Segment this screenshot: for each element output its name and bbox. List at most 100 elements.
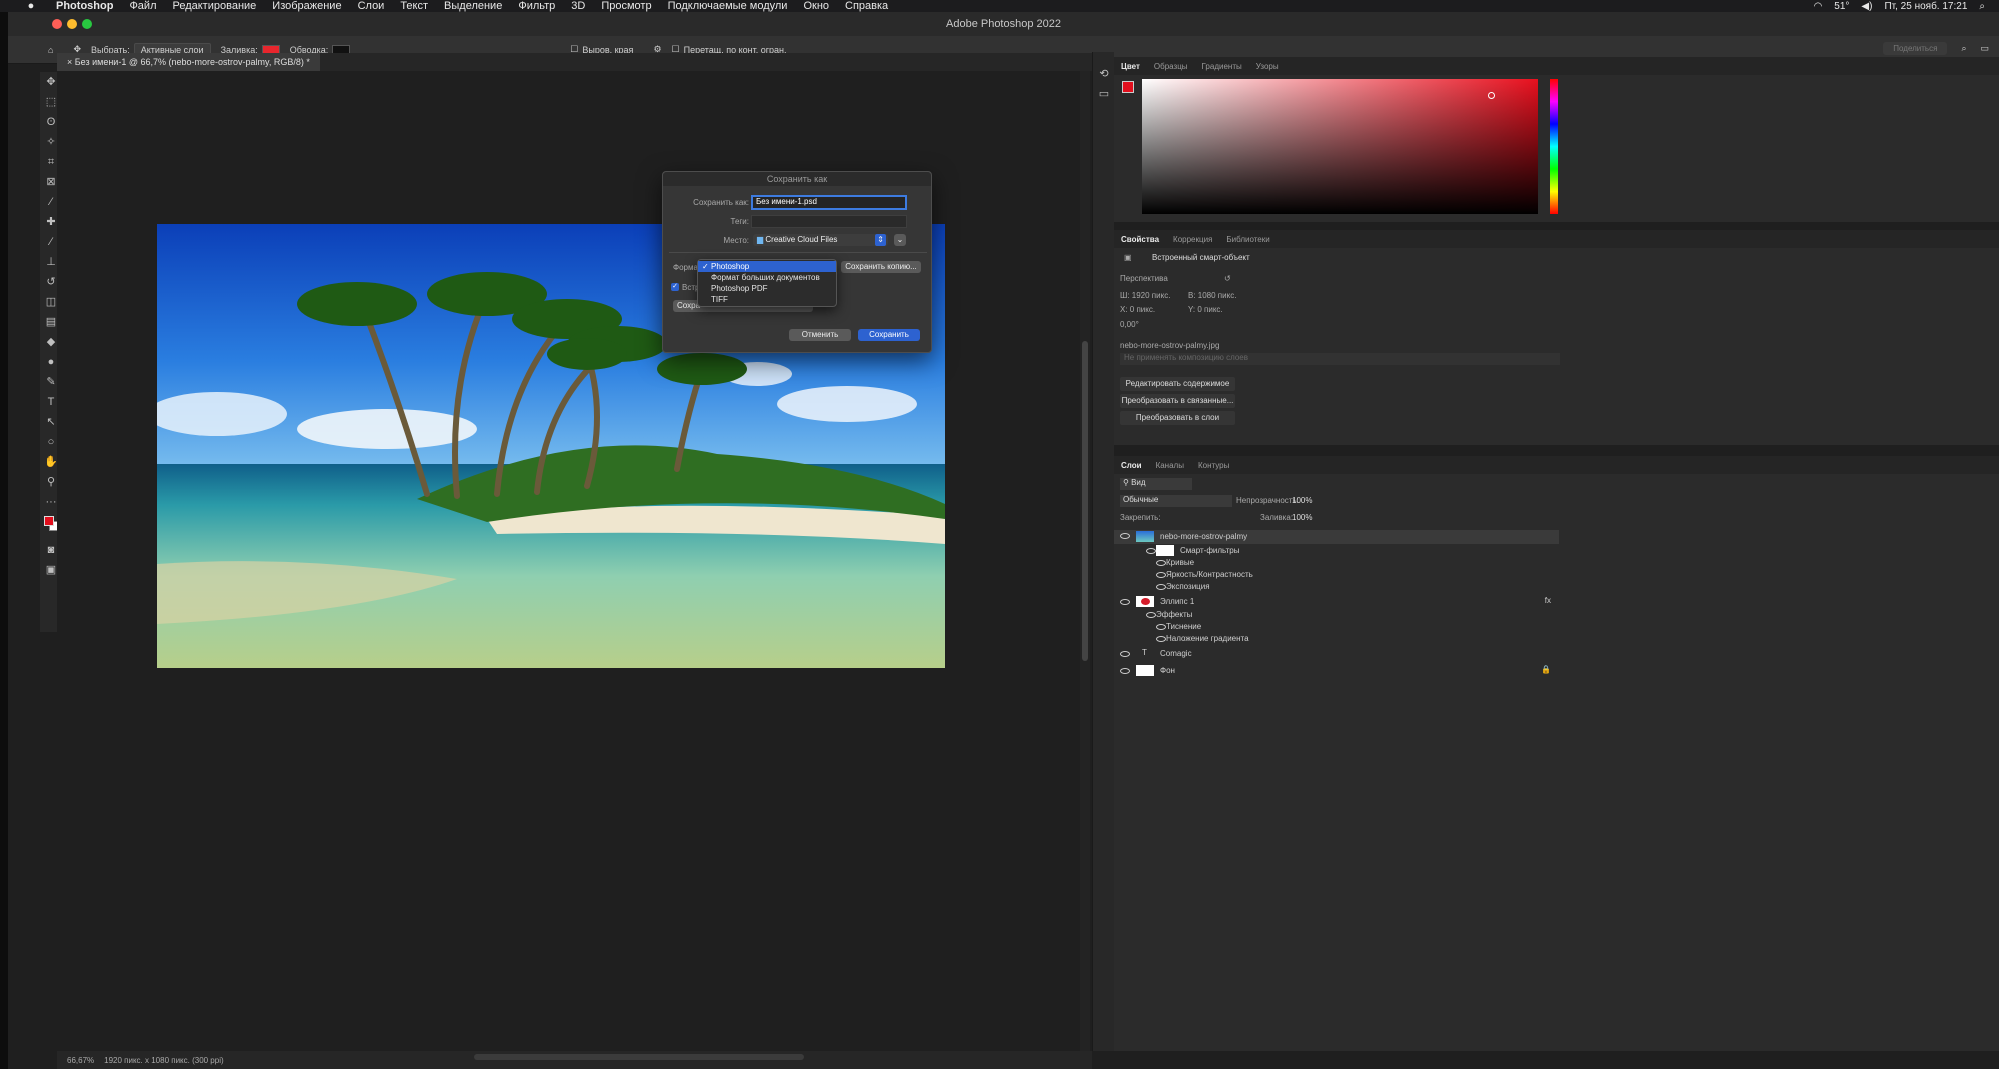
menu-image[interactable]: Изображение: [272, 0, 341, 12]
tab-libraries[interactable]: Библиотеки: [1219, 235, 1276, 244]
format-option-tiff[interactable]: TIFF: [698, 294, 836, 305]
layer-row-curves[interactable]: Кривые: [1114, 557, 1559, 569]
blend-mode-select[interactable]: Обычные: [1120, 495, 1232, 507]
edit-contents-button[interactable]: Редактировать содержимое: [1120, 377, 1235, 391]
eye-icon[interactable]: [1120, 668, 1130, 674]
tab-channels[interactable]: Каналы: [1149, 461, 1191, 470]
y-value[interactable]: Y: 0 пикс.: [1188, 305, 1223, 314]
eye-icon[interactable]: [1156, 636, 1166, 642]
workspace-icon[interactable]: ▭: [1980, 43, 1989, 54]
expand-icon[interactable]: ⌄: [894, 234, 906, 246]
save-copy-button[interactable]: Сохранить копию...: [841, 261, 921, 273]
menu-select[interactable]: Выделение: [444, 0, 502, 12]
hue-slider[interactable]: [1550, 79, 1558, 214]
wifi-icon[interactable]: ◠: [1814, 1, 1823, 12]
menu-edit[interactable]: Редактирование: [172, 0, 256, 12]
eye-icon[interactable]: [1156, 584, 1166, 590]
lock-icon[interactable]: 🔒: [1541, 665, 1551, 674]
menu-filter[interactable]: Фильтр: [518, 0, 555, 12]
opacity-value[interactable]: 100%: [1292, 496, 1312, 505]
location-select[interactable]: ▆ Creative Cloud Files ⇕: [753, 234, 888, 246]
tab-patterns[interactable]: Узоры: [1249, 62, 1286, 71]
close-tab-icon[interactable]: ×: [67, 57, 75, 67]
document-tab[interactable]: × Без имени-1 @ 66,7% (nebo-more-ostrov-…: [57, 53, 320, 71]
layer-row-smart-object[interactable]: nebo-more-ostrov-palmy: [1114, 530, 1559, 544]
layer-row-emboss[interactable]: Тиснение: [1114, 621, 1559, 633]
x-value[interactable]: X: 0 пикс.: [1120, 305, 1155, 314]
volume-icon[interactable]: ◀): [1861, 1, 1872, 12]
horizontal-scroll-thumb[interactable]: [474, 1054, 804, 1060]
save-button[interactable]: Сохранить: [858, 329, 920, 341]
fill-value[interactable]: 100%: [1292, 513, 1312, 522]
color-field[interactable]: [1142, 79, 1538, 214]
layer-row-text[interactable]: T Comagic: [1114, 648, 1559, 660]
foreground-color[interactable]: [44, 516, 54, 526]
format-option-pdf[interactable]: Photoshop PDF: [698, 283, 836, 294]
menu-window[interactable]: Окно: [803, 0, 829, 12]
tab-paths[interactable]: Контуры: [1191, 461, 1236, 470]
eye-icon[interactable]: [1146, 612, 1156, 618]
layer-row-effects[interactable]: Эффекты: [1114, 609, 1559, 621]
eye-icon[interactable]: [1156, 624, 1166, 630]
clock[interactable]: Пт, 25 нояб. 17:21: [1884, 1, 1967, 12]
tab-layers[interactable]: Слои: [1114, 461, 1149, 470]
layer-row-gradient-overlay[interactable]: Наложение градиента: [1114, 633, 1559, 645]
menu-help[interactable]: Справка: [845, 0, 888, 12]
fx-icon[interactable]: fx: [1545, 596, 1551, 605]
history-icon[interactable]: ⟲: [1093, 64, 1115, 84]
comments-icon[interactable]: ▭: [1093, 84, 1115, 104]
menu-type[interactable]: Текст: [400, 0, 428, 12]
height-value[interactable]: В: 1080 пикс.: [1188, 291, 1236, 300]
zoom-level[interactable]: 66,67%: [67, 1056, 94, 1065]
angle-value[interactable]: 0,00°: [1120, 320, 1139, 329]
tab-swatches[interactable]: Образцы: [1147, 62, 1195, 71]
eye-icon[interactable]: [1156, 572, 1166, 578]
format-option-large-document[interactable]: Формат больших документов: [698, 272, 836, 283]
width-value[interactable]: Ш: 1920 пикс.: [1120, 291, 1170, 300]
tab-properties[interactable]: Свойства: [1114, 235, 1166, 244]
layer-row-background[interactable]: Фон 🔒: [1114, 665, 1559, 677]
convert-to-layers-button[interactable]: Преобразовать в слои: [1120, 411, 1235, 425]
menu-file[interactable]: Файл: [129, 0, 156, 12]
color-picker-handle[interactable]: [1488, 92, 1495, 99]
document-info[interactable]: 1920 пикс. x 1080 пикс. (300 ppi): [104, 1056, 224, 1065]
search-icon[interactable]: ⌕: [1979, 1, 1985, 12]
cancel-button[interactable]: Отменить: [789, 329, 851, 341]
tab-adjustments[interactable]: Коррекция: [1166, 235, 1219, 244]
color-fg-swatch[interactable]: [1122, 81, 1134, 93]
eye-icon[interactable]: [1120, 533, 1130, 539]
layer-row-brightness[interactable]: Яркость/Контрастность: [1114, 569, 1559, 581]
menu-3d[interactable]: 3D: [571, 0, 585, 12]
search-icon[interactable]: ⌕: [1961, 43, 1966, 54]
format-option-photoshop[interactable]: ✓ Photoshop: [698, 261, 836, 272]
eye-icon[interactable]: [1156, 560, 1166, 566]
eye-icon[interactable]: [1146, 548, 1156, 554]
canvas-area[interactable]: [57, 71, 1092, 1051]
share-button[interactable]: Поделиться: [1883, 42, 1948, 55]
tab-gradients[interactable]: Градиенты: [1195, 62, 1249, 71]
menu-app[interactable]: Photoshop: [56, 0, 113, 12]
menu-view[interactable]: Просмотр: [601, 0, 651, 12]
weather-temp[interactable]: 51°: [1834, 1, 1849, 12]
layer-row-exposure[interactable]: Экспозиция: [1114, 581, 1559, 593]
convert-to-linked-button[interactable]: Преобразовать в связанные...: [1120, 394, 1235, 408]
format-dropdown[interactable]: ✓ Photoshop Формат больших документов Pho…: [697, 259, 837, 307]
tags-input[interactable]: [751, 215, 907, 228]
home-icon[interactable]: ⌂: [48, 45, 53, 55]
tab-color[interactable]: Цвет: [1114, 62, 1147, 71]
eye-icon[interactable]: [1120, 651, 1130, 657]
type-layer-icon: T: [1142, 648, 1147, 657]
eye-icon[interactable]: [1120, 599, 1130, 605]
vertical-scroll-thumb[interactable]: [1082, 341, 1088, 661]
embed-checkbox[interactable]: ✓: [671, 283, 679, 291]
layer-comp-select[interactable]: Не применять композицию слоев: [1120, 353, 1560, 365]
filename-input[interactable]: Без имени-1.psd: [751, 195, 907, 210]
menu-layers[interactable]: Слои: [358, 0, 385, 12]
menu-plugins[interactable]: Подключаемые модули: [668, 0, 788, 12]
layer-row-smart-filters[interactable]: Смарт-фильтры: [1114, 545, 1559, 557]
layer-filter-select[interactable]: ⚲ Вид: [1120, 478, 1192, 490]
vertical-scrollbar[interactable]: [1080, 71, 1090, 1051]
layer-row-ellipse[interactable]: Эллипс 1 fx: [1114, 596, 1559, 608]
apple-icon[interactable]: ●: [24, 0, 38, 12]
reset-icon[interactable]: ↺: [1224, 274, 1231, 283]
